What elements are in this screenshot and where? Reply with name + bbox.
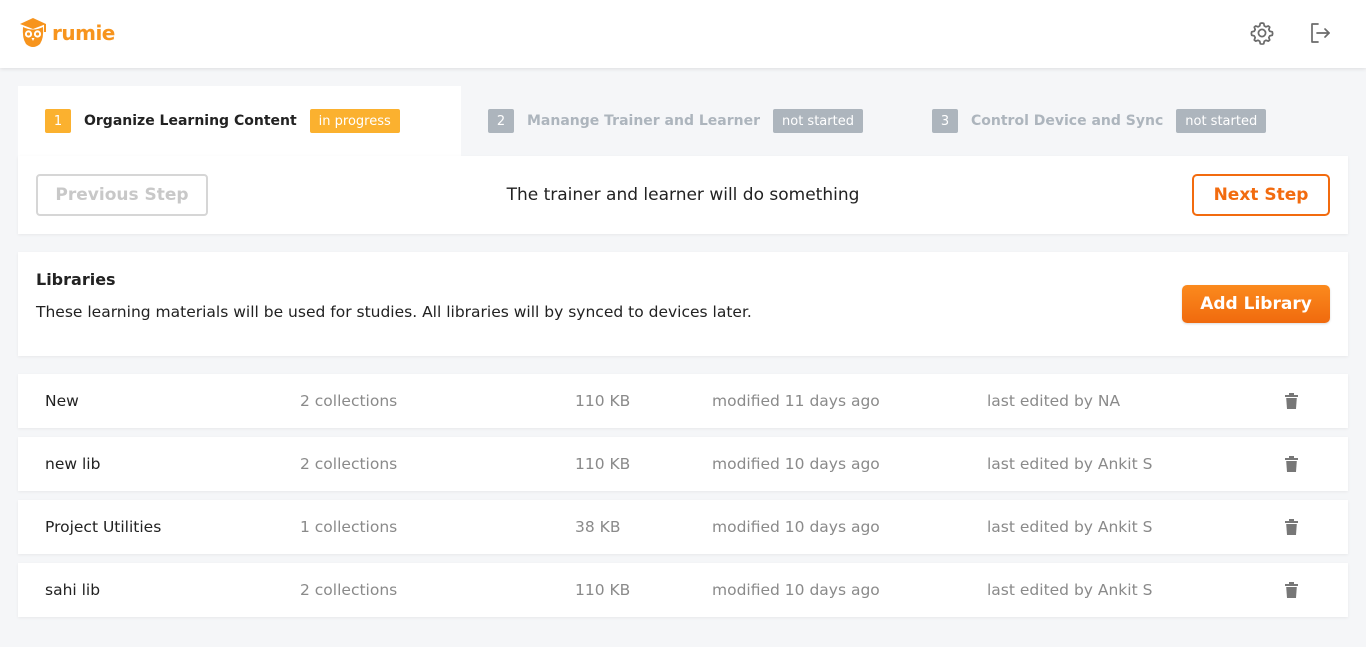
library-size: 38 KB [575,518,621,536]
status-badge: not started [1176,109,1267,133]
trash-icon [1284,393,1298,409]
rumie-logo[interactable]: rumie [18,15,115,51]
step-tab-1[interactable]: 1 Organize Learning Content in progress [18,86,461,156]
trash-icon [1284,456,1298,472]
library-size: 110 KB [575,455,631,473]
libraries-title: Libraries [36,270,116,289]
library-name[interactable]: sahi lib [45,563,100,617]
trash-icon [1284,582,1298,598]
logout-icon [1311,23,1330,43]
library-name[interactable]: new lib [45,437,100,491]
library-name[interactable]: Project Utilities [45,500,161,554]
status-badge: not started [773,109,863,133]
step-tabs: 1 Organize Learning Content in progress … [18,86,1348,156]
step-tab-3[interactable]: 3 Control Device and Sync not started [932,86,1267,156]
step-label: Control Device and Sync [971,113,1164,129]
collection-count: 2 collections [300,392,398,410]
modified-time: modified 11 days ago [712,392,880,410]
add-library-button[interactable]: Add Library [1182,285,1330,323]
settings-button[interactable] [1248,19,1276,47]
next-step-button[interactable]: Next Step [1192,174,1330,216]
library-list: New 2 collections 110 KB modified 11 day… [18,374,1348,626]
modified-time: modified 10 days ago [712,581,880,599]
logo-text: rumie [52,21,115,45]
libraries-panel: Libraries These learning materials will … [18,252,1348,356]
modified-time: modified 10 days ago [712,518,880,536]
library-size: 110 KB [575,392,631,410]
last-edited-by: last edited by NA [987,392,1121,410]
last-edited-by: last edited by Ankit S [987,518,1153,536]
library-row[interactable]: new lib 2 collections 110 KB modified 10… [18,437,1348,491]
last-edited-by: last edited by Ankit S [987,581,1153,599]
previous-step-button[interactable]: Previous Step [36,174,208,216]
collection-count: 2 collections [300,455,398,473]
gear-icon [1250,22,1274,45]
delete-button[interactable] [1280,437,1302,491]
last-edited-by: last edited by Ankit S [987,455,1153,473]
collection-count: 2 collections [300,581,398,599]
status-badge: in progress [309,109,400,133]
modified-time: modified 10 days ago [712,455,880,473]
library-name[interactable]: New [45,374,79,428]
delete-button[interactable] [1280,563,1302,617]
step-label: Organize Learning Content [84,113,297,129]
owl-logo-icon [20,18,46,47]
step-navigation: Previous Step The trainer and learner wi… [18,156,1348,234]
library-size: 110 KB [575,581,631,599]
step-label: Manange Trainer and Learner [527,113,760,129]
library-row[interactable]: Project Utilities 1 collections 38 KB mo… [18,500,1348,554]
step-number: 2 [488,109,514,133]
step-number: 3 [932,109,958,133]
logout-button[interactable] [1306,19,1334,47]
top-header: rumie [0,0,1366,68]
library-row[interactable]: New 2 collections 110 KB modified 11 day… [18,374,1348,428]
library-row[interactable]: sahi lib 2 collections 110 KB modified 1… [18,563,1348,617]
trash-icon [1284,519,1298,535]
collection-count: 1 collections [300,518,398,536]
delete-button[interactable] [1280,500,1302,554]
delete-button[interactable] [1280,374,1302,428]
step-number: 1 [45,109,71,133]
libraries-description: These learning materials will be used fo… [36,303,752,321]
step-tab-2[interactable]: 2 Manange Trainer and Learner not starte… [488,86,863,156]
